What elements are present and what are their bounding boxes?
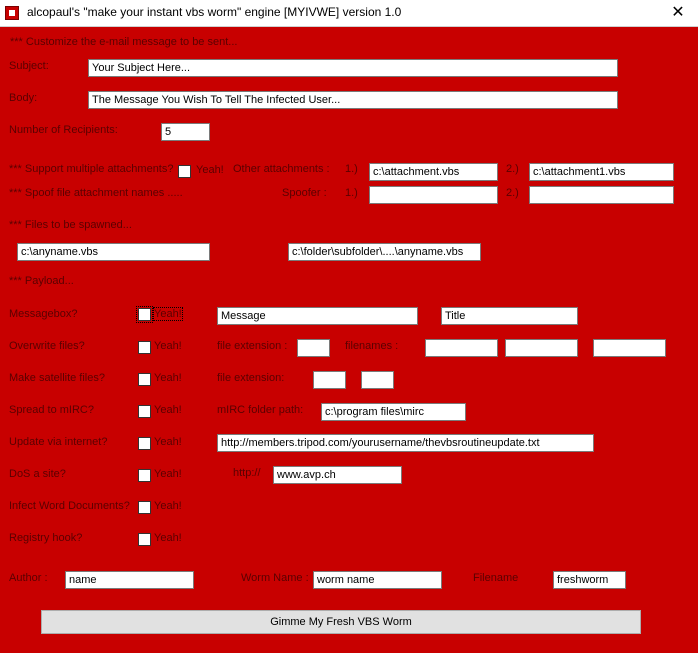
attachment-slot2-label: 2.) [506, 163, 519, 175]
messagebox-message-input[interactable]: Message [217, 307, 418, 325]
spoofer1-input[interactable] [369, 186, 498, 204]
dos-label: DoS a site? [9, 468, 66, 480]
subject-label: Subject: [9, 60, 49, 72]
mirc-path-input[interactable]: c:\program files\mirc [321, 403, 466, 421]
mirc-checkbox[interactable] [138, 405, 151, 418]
spoofer2-input[interactable] [529, 186, 674, 204]
mirc-yeah-label: Yeah! [154, 404, 182, 416]
app-icon [5, 6, 19, 20]
filename-input[interactable]: freshworm [553, 571, 626, 589]
overwrite-name1-input[interactable] [425, 339, 498, 357]
message-section-label: *** Customize the e-mail message to be s… [10, 36, 238, 48]
spoofer-slot2-label: 2.) [506, 187, 519, 199]
satellite-ext2-input[interactable] [361, 371, 394, 389]
worm-name-label: Worm Name : [241, 572, 309, 584]
app-window: alcopaul's "make your instant vbs worm" … [0, 0, 698, 653]
update-url-input[interactable]: http://members.tripod.com/yourusername/t… [217, 434, 594, 452]
multiple-attachments-yeah-label: Yeah! [196, 164, 224, 176]
spawn-section-label: *** Files to be spawned... [9, 219, 132, 231]
subject-input[interactable]: Your Subject Here... [88, 59, 618, 77]
mirc-label: Spread to mIRC? [9, 404, 94, 416]
overwrite-name3-input[interactable] [593, 339, 666, 357]
satellite-label: Make satellite files? [9, 372, 105, 384]
worm-name-input[interactable]: worm name [313, 571, 442, 589]
registry-yeah-label: Yeah! [154, 532, 182, 544]
payload-section-label: *** Payload... [9, 275, 74, 287]
spawn-file2-input[interactable]: c:\folder\subfolder\....\anyname.vbs [288, 243, 481, 261]
spoofer-label: Spoofer : [282, 187, 327, 199]
mirc-path-label: mIRC folder path: [217, 404, 304, 416]
attachment-slot1-label: 1.) [345, 163, 358, 175]
satellite-checkbox[interactable] [138, 373, 151, 386]
recipients-input[interactable]: 5 [161, 123, 210, 141]
generate-worm-button[interactable]: Gimme My Fresh VBS Worm [41, 610, 641, 634]
dos-checkbox[interactable] [138, 469, 151, 482]
multiple-attachments-label: *** Support multiple attachments? [9, 163, 174, 175]
satellite-ext1-input[interactable] [313, 371, 346, 389]
body-input[interactable]: The Message You Wish To Tell The Infecte… [88, 91, 618, 109]
update-yeah-label: Yeah! [154, 436, 182, 448]
multiple-attachments-checkbox[interactable] [178, 165, 191, 178]
dos-prefix-label: http:// [233, 467, 261, 479]
body-label: Body: [9, 92, 38, 104]
overwrite-label: Overwrite files? [9, 340, 85, 352]
spawn-file1-input[interactable]: c:\anyname.vbs [17, 243, 210, 261]
spoofer-slot1-label: 1.) [345, 187, 358, 199]
overwrite-yeah-label: Yeah! [154, 340, 182, 352]
filename-label: Filename [473, 572, 519, 584]
overwrite-ext-input[interactable] [297, 339, 330, 357]
satellite-ext-label: file extension: [217, 372, 285, 384]
attachment1-input[interactable]: c:\attachment.vbs [369, 163, 498, 181]
overwrite-names-label: filenames : [345, 340, 399, 352]
dos-yeah-label: Yeah! [154, 468, 182, 480]
messagebox-title-input[interactable]: Title [441, 307, 578, 325]
registry-checkbox[interactable] [138, 533, 151, 546]
recipients-label: Number of Recipients: [9, 124, 118, 136]
attachment2-input[interactable]: c:\attachment1.vbs [529, 163, 674, 181]
overwrite-ext-label: file extension : [217, 340, 288, 352]
messagebox-checkbox[interactable] [136, 306, 153, 323]
window-title: alcopaul's "make your instant vbs worm" … [27, 5, 402, 19]
spoof-names-label: *** Spoof file attachment names ..... [9, 187, 183, 199]
update-label: Update via internet? [9, 436, 108, 448]
dos-site-input[interactable]: www.avp.ch [273, 466, 402, 484]
satellite-yeah-label: Yeah! [154, 372, 182, 384]
word-checkbox[interactable] [138, 501, 151, 514]
registry-label: Registry hook? [9, 532, 83, 544]
title-bar: alcopaul's "make your instant vbs worm" … [0, 0, 698, 27]
author-label: Author : [9, 572, 48, 584]
messagebox-label: Messagebox? [9, 308, 78, 320]
author-input[interactable]: name [65, 571, 194, 589]
overwrite-checkbox[interactable] [138, 341, 151, 354]
word-yeah-label: Yeah! [154, 500, 182, 512]
other-attachments-label: Other attachments : [233, 163, 330, 175]
update-checkbox[interactable] [138, 437, 151, 450]
overwrite-name2-input[interactable] [505, 339, 578, 357]
close-button[interactable]: ✕ [658, 0, 698, 26]
messagebox-yeah-label: Yeah! [153, 307, 183, 321]
word-label: Infect Word Documents? [9, 500, 130, 512]
